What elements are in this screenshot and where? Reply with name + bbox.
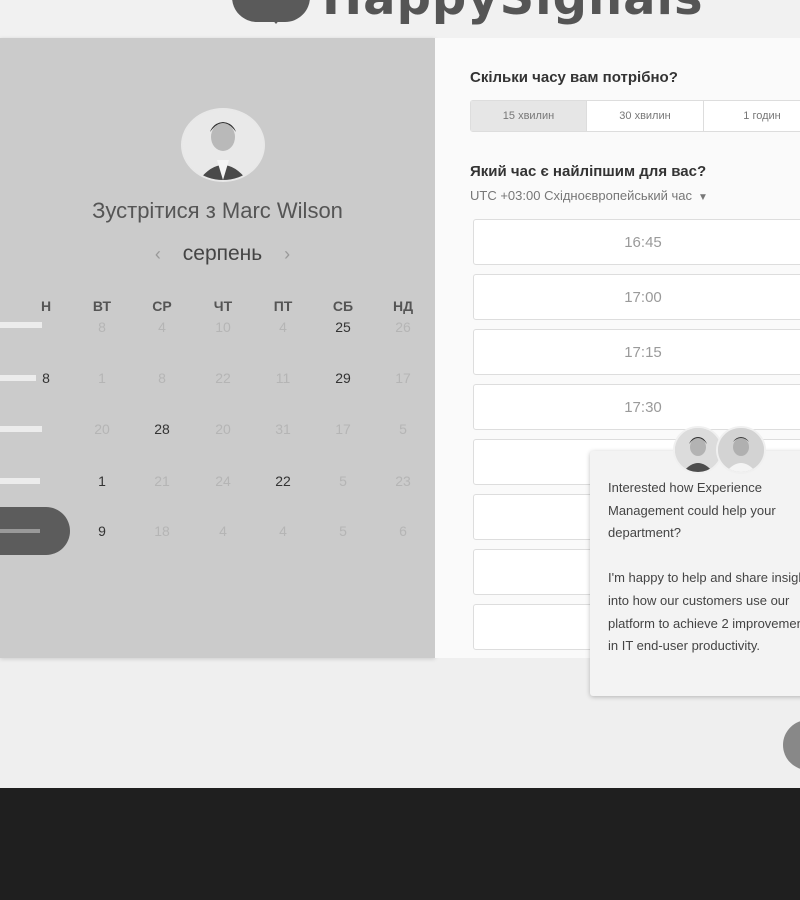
calendar-day: 5 (339, 473, 347, 489)
next-month-icon[interactable]: › (284, 244, 290, 264)
calendar-day[interactable]: 28 (147, 421, 177, 437)
calendar-day: 26 (395, 319, 411, 335)
prev-month-icon[interactable]: ‹ (155, 244, 161, 264)
calendar-day[interactable]: 8 (31, 370, 61, 386)
chat-popup[interactable]: Interested how Experience Management cou… (590, 451, 800, 696)
selected-day-pill[interactable] (0, 507, 70, 555)
timezone-select[interactable]: UTC +03:00 Східноєвропейський час ▼ (470, 188, 708, 203)
calendar-day: 1 (98, 370, 106, 386)
host-avatar (181, 108, 265, 182)
page-footer (0, 788, 800, 900)
calendar-day: 11 (275, 370, 291, 386)
weekday-header: ПТ (273, 298, 293, 314)
calendar-day[interactable]: 9 (87, 523, 117, 539)
calendar-day: 4 (219, 523, 227, 539)
calendar-day: 17 (335, 421, 351, 437)
chat-launcher-button[interactable] (783, 720, 800, 770)
day-bar (0, 478, 40, 484)
calendar-day: 6 (399, 523, 407, 539)
weekday-header: СР (152, 298, 172, 314)
calendar-day: 5 (399, 421, 407, 437)
weekday-header: ВТ (92, 298, 112, 314)
chat-agent-avatar (716, 426, 766, 474)
calendar-day: 20 (215, 421, 231, 437)
weekday-header: СБ (332, 298, 354, 314)
day-bar (0, 426, 42, 432)
calendar-day: 23 (395, 473, 411, 489)
weekday-header: Н (40, 298, 52, 314)
calendar-day: 18 (154, 523, 170, 539)
calendar-day: 4 (279, 523, 287, 539)
time-slot[interactable]: 17:30 (473, 384, 800, 430)
logo-text: HappySignals (322, 0, 704, 26)
meeting-title: Зустрітися з Marc Wilson (92, 198, 343, 223)
calendar-day[interactable]: 25 (328, 319, 358, 335)
calendar-day[interactable]: 29 (328, 370, 358, 386)
calendar-day: 20 (94, 421, 110, 437)
calendar-day: 4 (158, 319, 166, 335)
calendar-panel: Зустрітися з Marc Wilson ‹ серпень › Н В… (0, 38, 435, 658)
month-navigator: ‹ серпень › (0, 242, 445, 266)
calendar-day: 21 (154, 473, 170, 489)
month-label: серпень (182, 242, 263, 265)
weekday-header: НД (392, 298, 414, 314)
duration-30-button[interactable]: 30 хвилин (587, 101, 704, 131)
calendar-day: 8 (98, 319, 106, 335)
calendar-day: 31 (275, 421, 291, 437)
time-slot[interactable]: 17:15 (473, 329, 800, 375)
calendar-day: 5 (339, 523, 347, 539)
time-slot[interactable]: 17:00 (473, 274, 800, 320)
chat-message: Interested how Experience Management cou… (608, 480, 800, 654)
calendar-day: 4 (279, 319, 287, 335)
duration-question: Скільки часу вам потрібно? (470, 69, 678, 86)
calendar-day: 8 (158, 370, 166, 386)
calendar-day: 10 (215, 319, 231, 335)
time-slot[interactable]: 16:45 (473, 219, 800, 265)
duration-15-button[interactable]: 15 хвилин (471, 101, 587, 131)
day-bar (0, 322, 42, 328)
calendar-day: 17 (395, 370, 411, 386)
logo-bubble-tail (264, 10, 288, 24)
duration-selector: 15 хвилин 30 хвилин 1 годин (470, 100, 800, 132)
duration-60-button[interactable]: 1 годин (704, 101, 800, 131)
chevron-down-icon: ▼ (697, 192, 708, 203)
time-question: Який час є найліпшим для вас? (470, 163, 707, 180)
calendar-day: 24 (215, 473, 231, 489)
calendar-day[interactable]: 22 (268, 473, 298, 489)
header: HappySignals (0, 0, 800, 38)
calendar-day: 22 (215, 370, 231, 386)
calendar-day[interactable]: 1 (87, 473, 117, 489)
weekday-header: ЧТ (213, 298, 233, 314)
timezone-label: UTC +03:00 Східноєвропейський час (470, 188, 692, 203)
